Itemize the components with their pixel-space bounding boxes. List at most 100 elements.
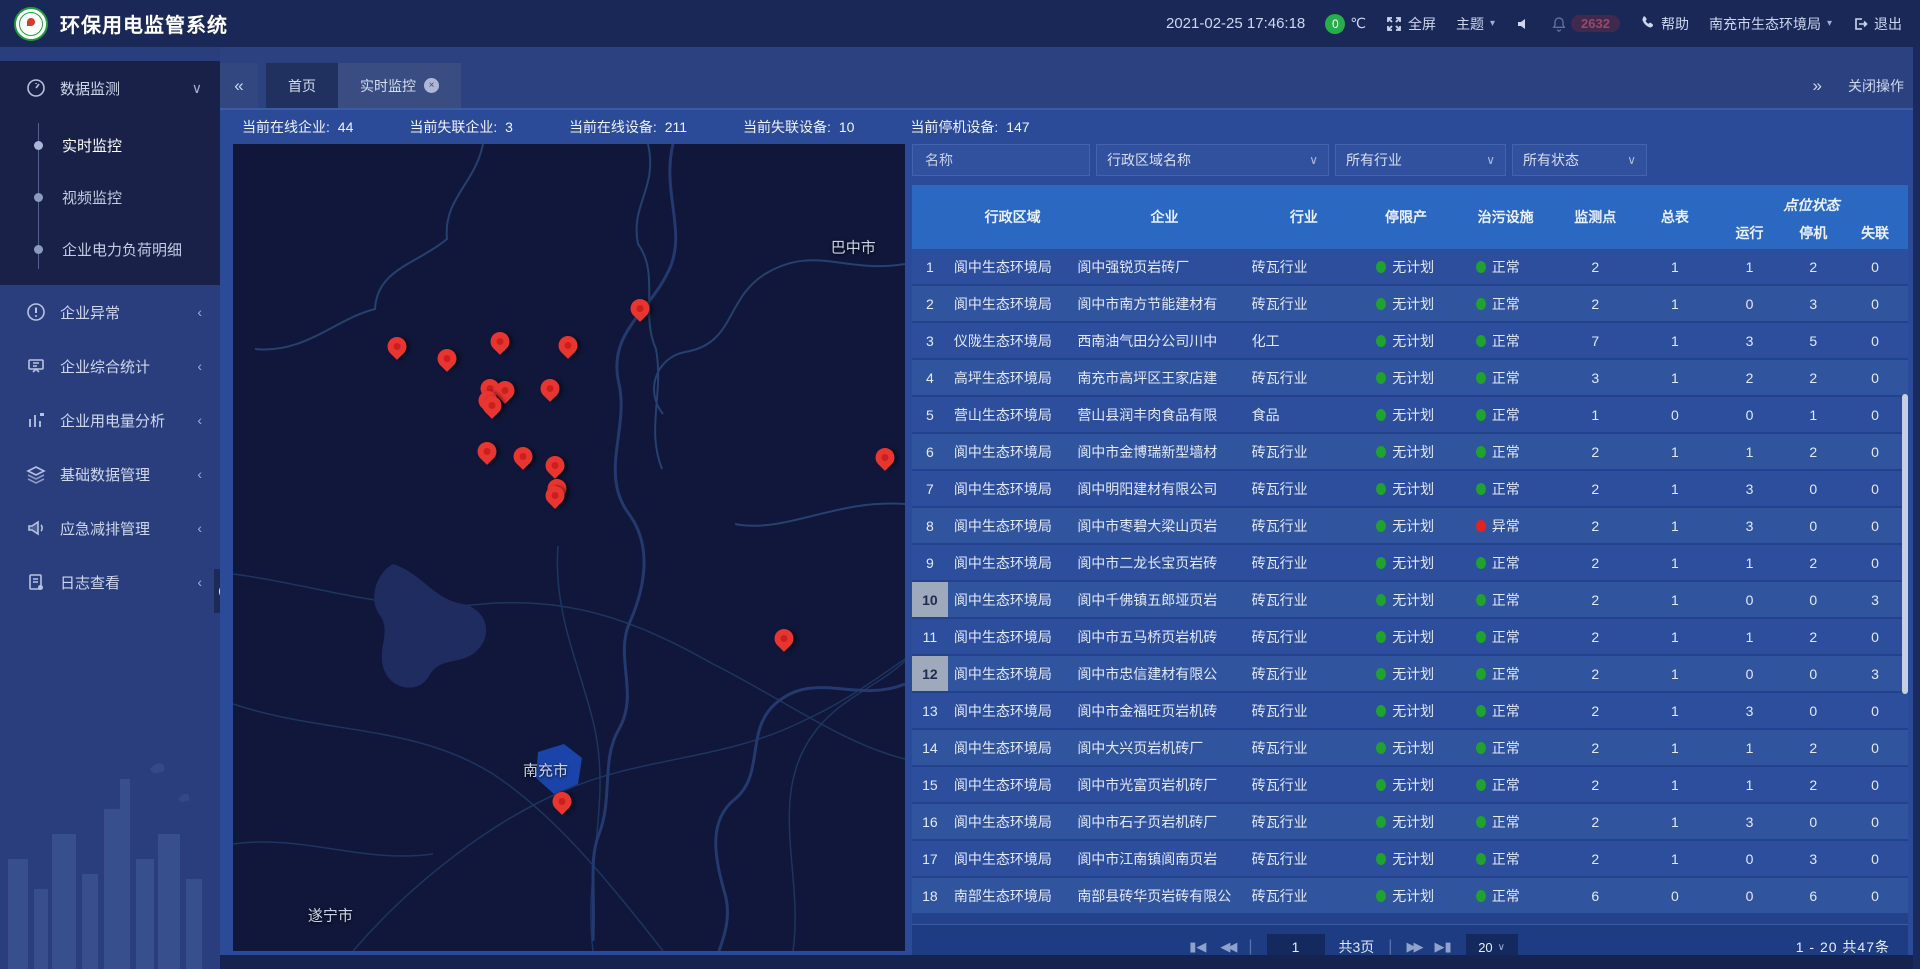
cell-limit-status: 无计划	[1356, 878, 1456, 913]
cell-industry: 砖瓦行业	[1252, 693, 1357, 728]
name-filter-input[interactable]	[923, 151, 1079, 169]
table-row[interactable]: 12 阆中生态环境局 阆中市忠信建材有限公 砖瓦行业 无计划 正常 2 1 0 …	[912, 656, 1908, 691]
cell-index: 11	[912, 619, 948, 654]
close-operations-button[interactable]: 关闭操作	[1848, 76, 1904, 96]
cell-region: 阆中生态环境局	[948, 286, 1077, 321]
logout-button[interactable]: 退出	[1852, 14, 1902, 34]
sidebar-subitem-企业电力负荷明细[interactable]: 企业电力负荷明细	[0, 223, 220, 275]
table-scrollbar[interactable]	[1902, 394, 1908, 694]
help-label: 帮助	[1661, 14, 1689, 34]
table-row[interactable]: 18 南部生态环境局 南部县砖华页岩砖有限公 砖瓦行业 无计划 正常 6 0 0…	[912, 878, 1908, 913]
cell-region: 营山生态环境局	[948, 397, 1077, 432]
tab-realtime-monitor[interactable]: 实时监控 ×	[338, 63, 461, 108]
cell-company: 阆中千佛镇五郎垭页岩	[1077, 582, 1251, 617]
last-page-button[interactable]: ▶▮	[1434, 939, 1451, 955]
cell-facility-status: 正常	[1456, 804, 1556, 839]
status-dot-icon	[1476, 446, 1486, 458]
status-select-value: 所有状态	[1523, 150, 1579, 170]
tab-scroll-left-button[interactable]: «	[220, 63, 258, 108]
table-row[interactable]: 11 阆中生态环境局 阆中市五马桥页岩机砖 砖瓦行业 无计划 正常 2 1 1 …	[912, 619, 1908, 654]
sidebar-item-企业综合统计[interactable]: 企业综合统计 ‹	[0, 339, 220, 393]
sidebar-item-数据监测[interactable]: 数据监测 ∨	[0, 61, 220, 115]
cell-company: 西南油气田分公司川中	[1077, 323, 1251, 358]
table-row[interactable]: 4 高坪生态环境局 南充市高坪区王家店建 砖瓦行业 无计划 正常 3 1 2 2…	[912, 360, 1908, 395]
table-row[interactable]: 2 阆中生态环境局 阆中市南方节能建材有 砖瓦行业 无计划 正常 2 1 0 3…	[912, 286, 1908, 321]
status-dot-icon	[1376, 594, 1386, 606]
status-dot-icon	[1376, 668, 1386, 680]
cell-facility-status: 正常	[1456, 545, 1556, 580]
table-row[interactable]: 5 营山生态环境局 营山县润丰肉食品有限 食品 无计划 正常 1 0 0 1 0	[912, 397, 1908, 432]
cell-region: 阆中生态环境局	[948, 693, 1077, 728]
sidebar-item-基础数据管理[interactable]: 基础数据管理 ‹	[0, 447, 220, 501]
cell-stopped: 3	[1784, 841, 1842, 876]
sidebar-subitem-视频监控[interactable]: 视频监控	[0, 171, 220, 223]
cell-offline: 0	[1842, 508, 1908, 543]
sidebar-item-应急减排管理[interactable]: 应急减排管理 ‹	[0, 501, 220, 555]
table-row[interactable]: 15 阆中生态环境局 阆中市光富页岩机砖厂 砖瓦行业 无计划 正常 2 1 1 …	[912, 767, 1908, 802]
cell-meters: 1	[1635, 841, 1715, 876]
status-dot-icon	[1376, 483, 1386, 495]
prev-page-button[interactable]: ◀◀	[1220, 939, 1234, 955]
horn-icon	[26, 518, 46, 538]
collapse-arrow-icon: ‹	[219, 583, 221, 600]
cell-offline: 0	[1842, 434, 1908, 469]
table-row[interactable]: 13 阆中生态环境局 阆中市金福旺页岩机砖 砖瓦行业 无计划 正常 2 1 3 …	[912, 693, 1908, 728]
table-row[interactable]: 10 阆中生态环境局 阆中千佛镇五郎垭页岩 砖瓦行业 无计划 正常 2 1 0 …	[912, 582, 1908, 617]
cell-region: 阆中生态环境局	[948, 656, 1077, 691]
cell-company: 阆中市金福旺页岩机砖	[1077, 693, 1251, 728]
fullscreen-button[interactable]: 全屏	[1386, 14, 1436, 34]
cell-region: 阆中生态环境局	[948, 804, 1077, 839]
datetime: 2021-02-25 17:46:18	[1166, 15, 1305, 32]
sidebar-item-企业异常[interactable]: 企业异常 ‹	[0, 285, 220, 339]
cell-stopped: 2	[1784, 619, 1842, 654]
region-select[interactable]: 行政区域名称 ∨	[1096, 144, 1329, 176]
tab-scroll-right-button[interactable]: »	[1813, 76, 1822, 96]
table-row[interactable]: 14 阆中生态环境局 阆中大兴页岩机砖厂 砖瓦行业 无计划 正常 2 1 1 2…	[912, 730, 1908, 765]
status-select[interactable]: 所有状态 ∨	[1512, 144, 1647, 176]
table-row[interactable]: 8 阆中生态环境局 阆中市枣碧大梁山页岩 砖瓦行业 无计划 异常 2 1 3 0…	[912, 508, 1908, 543]
sidebar-item-日志查看[interactable]: 日志查看 ‹	[0, 555, 220, 609]
status-dot-icon	[1476, 261, 1486, 273]
sound-toggle[interactable]	[1515, 16, 1531, 32]
main-column: « 首页 实时监控 × » 关闭操作 当前在线企业: 44当前失联企业: 3当前…	[220, 47, 1920, 969]
total-pages-label: 共3页	[1339, 937, 1375, 957]
cell-meters: 1	[1635, 804, 1715, 839]
cell-limit-status: 无计划	[1356, 323, 1456, 358]
sidebar-subitem-实时监控[interactable]: 实时监控	[0, 119, 220, 171]
cell-limit-status: 无计划	[1356, 286, 1456, 321]
cell-running: 1	[1715, 730, 1785, 765]
logout-icon	[1852, 16, 1868, 32]
table-row[interactable]: 1 阆中生态环境局 阆中强锐页岩砖厂 砖瓦行业 无计划 正常 2 1 1 2 0	[912, 249, 1908, 284]
map-panel[interactable]: 巴中市南充市遂宁市	[233, 144, 905, 951]
cell-meters: 0	[1635, 878, 1715, 913]
table-row[interactable]: 3 仪陇生态环境局 西南油气田分公司川中 化工 无计划 正常 7 1 3 5 0	[912, 323, 1908, 358]
table-row[interactable]: 17 阆中生态环境局 阆中市江南镇阆南页岩 砖瓦行业 无计划 正常 2 1 0 …	[912, 841, 1908, 876]
cell-limit-status: 无计划	[1356, 545, 1456, 580]
tab-home[interactable]: 首页	[266, 63, 338, 108]
app-logo-icon	[14, 7, 48, 41]
first-page-button[interactable]: ▮◀	[1189, 939, 1206, 955]
sidebar-collapse-button[interactable]: ‹	[214, 569, 220, 613]
cell-offline: 0	[1842, 730, 1908, 765]
help-button[interactable]: 帮助	[1640, 14, 1689, 34]
table-row[interactable]: 9 阆中生态环境局 阆中市二龙长宝页岩砖 砖瓦行业 无计划 正常 2 1 1 2…	[912, 545, 1908, 580]
cell-region: 南部生态环境局	[948, 878, 1077, 913]
cell-limit-status: 无计划	[1356, 656, 1456, 691]
notifications[interactable]: 2632	[1551, 15, 1620, 32]
app-root: { "header": { "app_title": "环保用电监管系统", "…	[0, 0, 1920, 969]
table-row[interactable]: 6 阆中生态环境局 阆中市金博瑞新型墙材 砖瓦行业 无计划 正常 2 1 1 2…	[912, 434, 1908, 469]
sidebar-item-企业用电量分析[interactable]: 企业用电量分析 ‹	[0, 393, 220, 447]
stat-value: 147	[1006, 119, 1029, 135]
cell-offline: 0	[1842, 323, 1908, 358]
theme-menu[interactable]: 主题▾	[1456, 14, 1495, 34]
next-page-button[interactable]: ▶▶	[1406, 939, 1420, 955]
industry-select[interactable]: 所有行业 ∨	[1335, 144, 1506, 176]
org-menu[interactable]: 南充市生态环境局▾	[1709, 14, 1832, 34]
cell-company: 阆中市金博瑞新型墙材	[1077, 434, 1251, 469]
fullscreen-label: 全屏	[1408, 14, 1436, 34]
cell-index: 9	[912, 545, 948, 580]
table-row[interactable]: 7 阆中生态环境局 阆中明阳建材有限公司 砖瓦行业 无计划 正常 2 1 3 0…	[912, 471, 1908, 506]
cell-running: 1	[1715, 767, 1785, 802]
table-row[interactable]: 16 阆中生态环境局 阆中市石子页岩机砖厂 砖瓦行业 无计划 正常 2 1 3 …	[912, 804, 1908, 839]
tab-close-icon[interactable]: ×	[424, 78, 439, 93]
